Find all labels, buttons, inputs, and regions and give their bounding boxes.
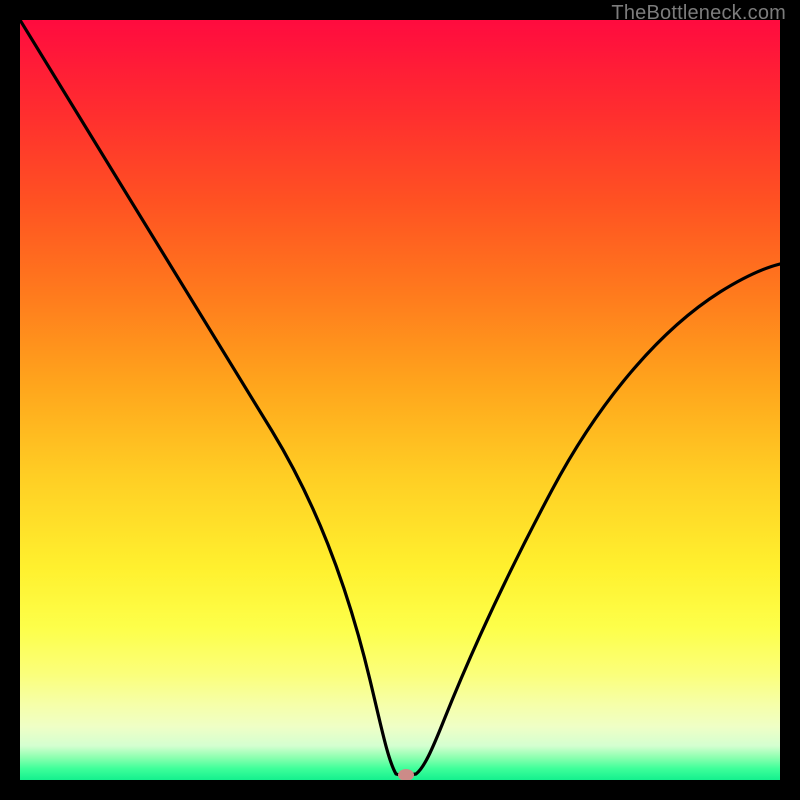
bottleneck-curve [20,20,780,775]
plot-area [20,20,780,780]
chart-frame: TheBottleneck.com [0,0,800,800]
watermark-text: TheBottleneck.com [611,2,786,25]
minimum-marker [398,769,414,780]
curve-layer [20,20,780,780]
